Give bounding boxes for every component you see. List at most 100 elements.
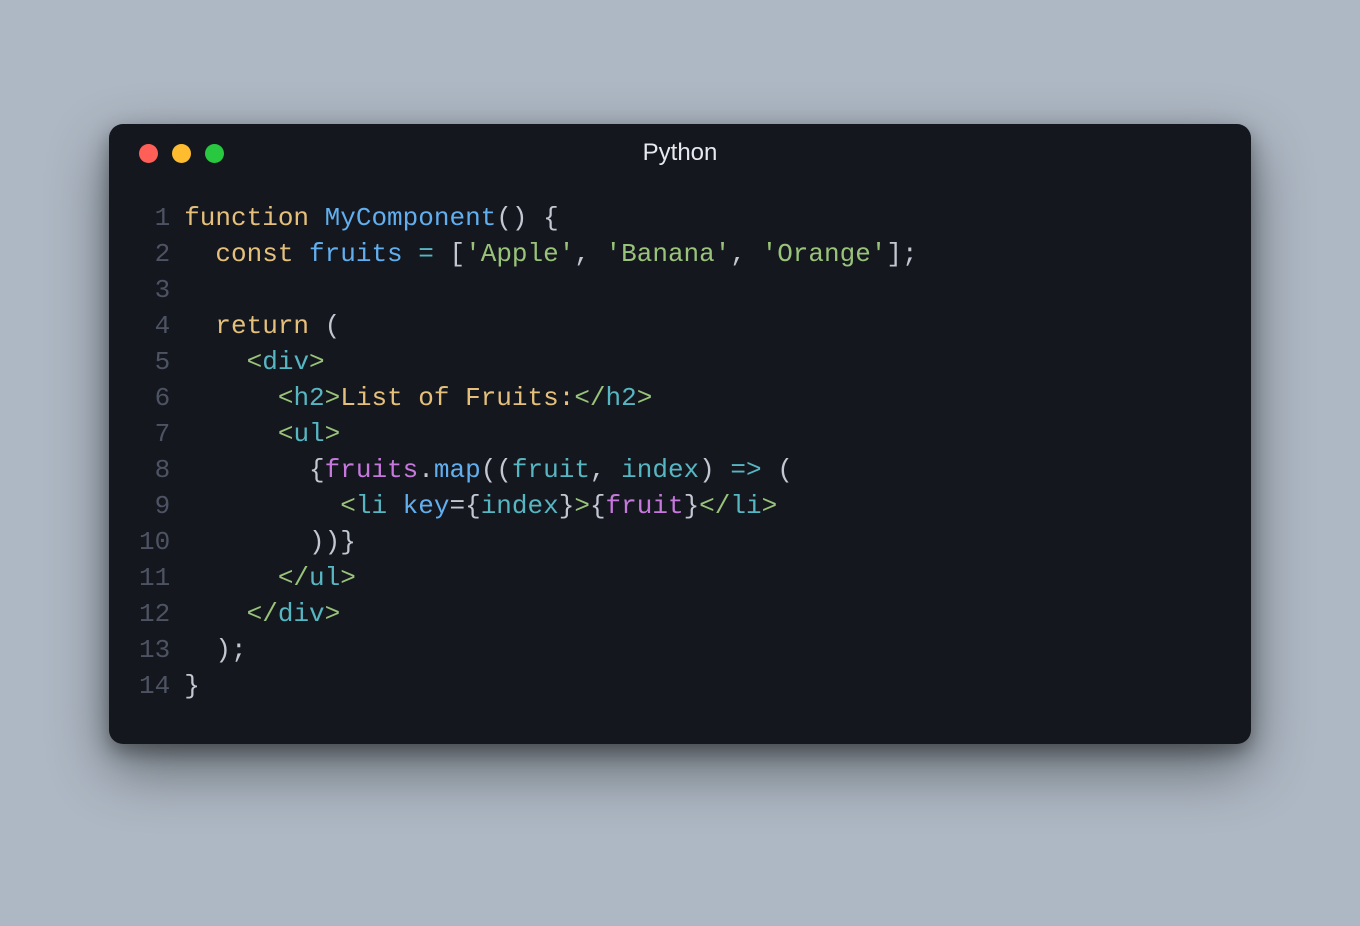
window-title: Python [109, 139, 1251, 167]
line-number: 13 [139, 632, 170, 668]
window-titlebar: Python [109, 124, 1251, 182]
code-token: li [356, 491, 387, 521]
code-line: 8 {fruits.map((fruit, index) => ( [139, 452, 1221, 488]
code-token: fruit [512, 455, 590, 485]
code-token [293, 239, 309, 269]
code-token [528, 203, 544, 233]
code-line: 1 function MyComponent() { [139, 200, 1221, 236]
code-token: > [762, 491, 778, 521]
code-token: li [730, 491, 761, 521]
code-token: { [543, 203, 559, 233]
code-token: < [340, 491, 356, 521]
code-token [184, 491, 340, 521]
code-token: MyComponent [325, 203, 497, 233]
code-token: div [262, 347, 309, 377]
line-number: 7 [139, 416, 170, 452]
code-token: div [278, 599, 325, 629]
code-token: </ [574, 383, 605, 413]
code-token: { [590, 491, 606, 521]
code-token: } [559, 491, 575, 521]
close-icon[interactable] [139, 144, 158, 163]
code-token: = [418, 239, 434, 269]
line-number: 10 [139, 524, 170, 560]
line-number: 11 [139, 560, 170, 596]
maximize-icon[interactable] [205, 144, 224, 163]
line-number: 3 [139, 272, 170, 308]
code-token: < [278, 383, 294, 413]
code-token: index [621, 455, 699, 485]
code-line: 9 <li key={index}>{fruit}</li> [139, 488, 1221, 524]
code-token [309, 203, 325, 233]
code-token: ul [309, 563, 340, 593]
code-token: ={ [449, 491, 480, 521]
code-token: } [684, 491, 700, 521]
code-token: index [481, 491, 559, 521]
code-line: 6 <h2>List of Fruits:</h2> [139, 380, 1221, 416]
code-token: fruits [309, 239, 403, 269]
code-token: > [325, 383, 341, 413]
code-token: ( [325, 311, 341, 341]
code-token: ) [699, 455, 730, 485]
code-line: 7 <ul> [139, 416, 1221, 452]
code-line: 3 [139, 272, 1221, 308]
code-token: , [590, 455, 621, 485]
code-token: => [730, 455, 761, 485]
code-token [184, 635, 215, 665]
code-token: . [418, 455, 434, 485]
code-token: ); [215, 635, 246, 665]
code-token [184, 347, 246, 377]
code-token: key [403, 491, 450, 521]
code-token: </ [247, 599, 278, 629]
code-line: 4 return ( [139, 308, 1221, 344]
code-token: </ [278, 563, 309, 593]
code-token: > [325, 599, 341, 629]
code-token: > [325, 419, 341, 449]
code-token: > [574, 491, 590, 521]
line-number: 1 [139, 200, 170, 236]
code-line: 5 <div> [139, 344, 1221, 380]
code-token: (( [481, 455, 512, 485]
line-number: 8 [139, 452, 170, 488]
code-token: , [730, 239, 761, 269]
code-block: 1function MyComponent() {2 const fruits … [139, 200, 1221, 704]
code-token: </ [699, 491, 730, 521]
code-token: , [574, 239, 605, 269]
line-number: 9 [139, 488, 170, 524]
code-token: () [496, 203, 527, 233]
code-token [184, 239, 215, 269]
code-line: 11 </ul> [139, 560, 1221, 596]
code-token [184, 383, 278, 413]
line-number: 4 [139, 308, 170, 344]
code-token: > [340, 563, 356, 593]
code-token: List of Fruits: [340, 383, 574, 413]
code-token: > [637, 383, 653, 413]
code-token: 'Orange' [762, 239, 887, 269]
code-token: fruits [325, 455, 419, 485]
traffic-lights [109, 144, 224, 163]
code-line: 13 ); [139, 632, 1221, 668]
code-editor[interactable]: 1function MyComponent() {2 const fruits … [109, 182, 1251, 744]
code-token [387, 491, 403, 521]
code-line: 2 const fruits = ['Apple', 'Banana', 'Or… [139, 236, 1221, 272]
code-token: 'Apple' [465, 239, 574, 269]
line-number: 2 [139, 236, 170, 272]
code-token: return [215, 311, 309, 341]
code-token: > [309, 347, 325, 377]
code-token [309, 311, 325, 341]
minimize-icon[interactable] [172, 144, 191, 163]
code-token: function [184, 203, 309, 233]
code-line: 10 ))} [139, 524, 1221, 560]
code-line: 14} [139, 668, 1221, 704]
code-window: Python 1function MyComponent() {2 const … [109, 124, 1251, 744]
code-token [184, 419, 278, 449]
code-token: { [309, 455, 325, 485]
line-number: 14 [139, 668, 170, 704]
code-token: ul [293, 419, 324, 449]
code-token [434, 239, 450, 269]
code-token: ))} [309, 527, 356, 557]
code-token [184, 563, 278, 593]
code-token [184, 527, 309, 557]
code-token: ( [762, 455, 793, 485]
code-token [184, 599, 246, 629]
code-token: < [247, 347, 263, 377]
